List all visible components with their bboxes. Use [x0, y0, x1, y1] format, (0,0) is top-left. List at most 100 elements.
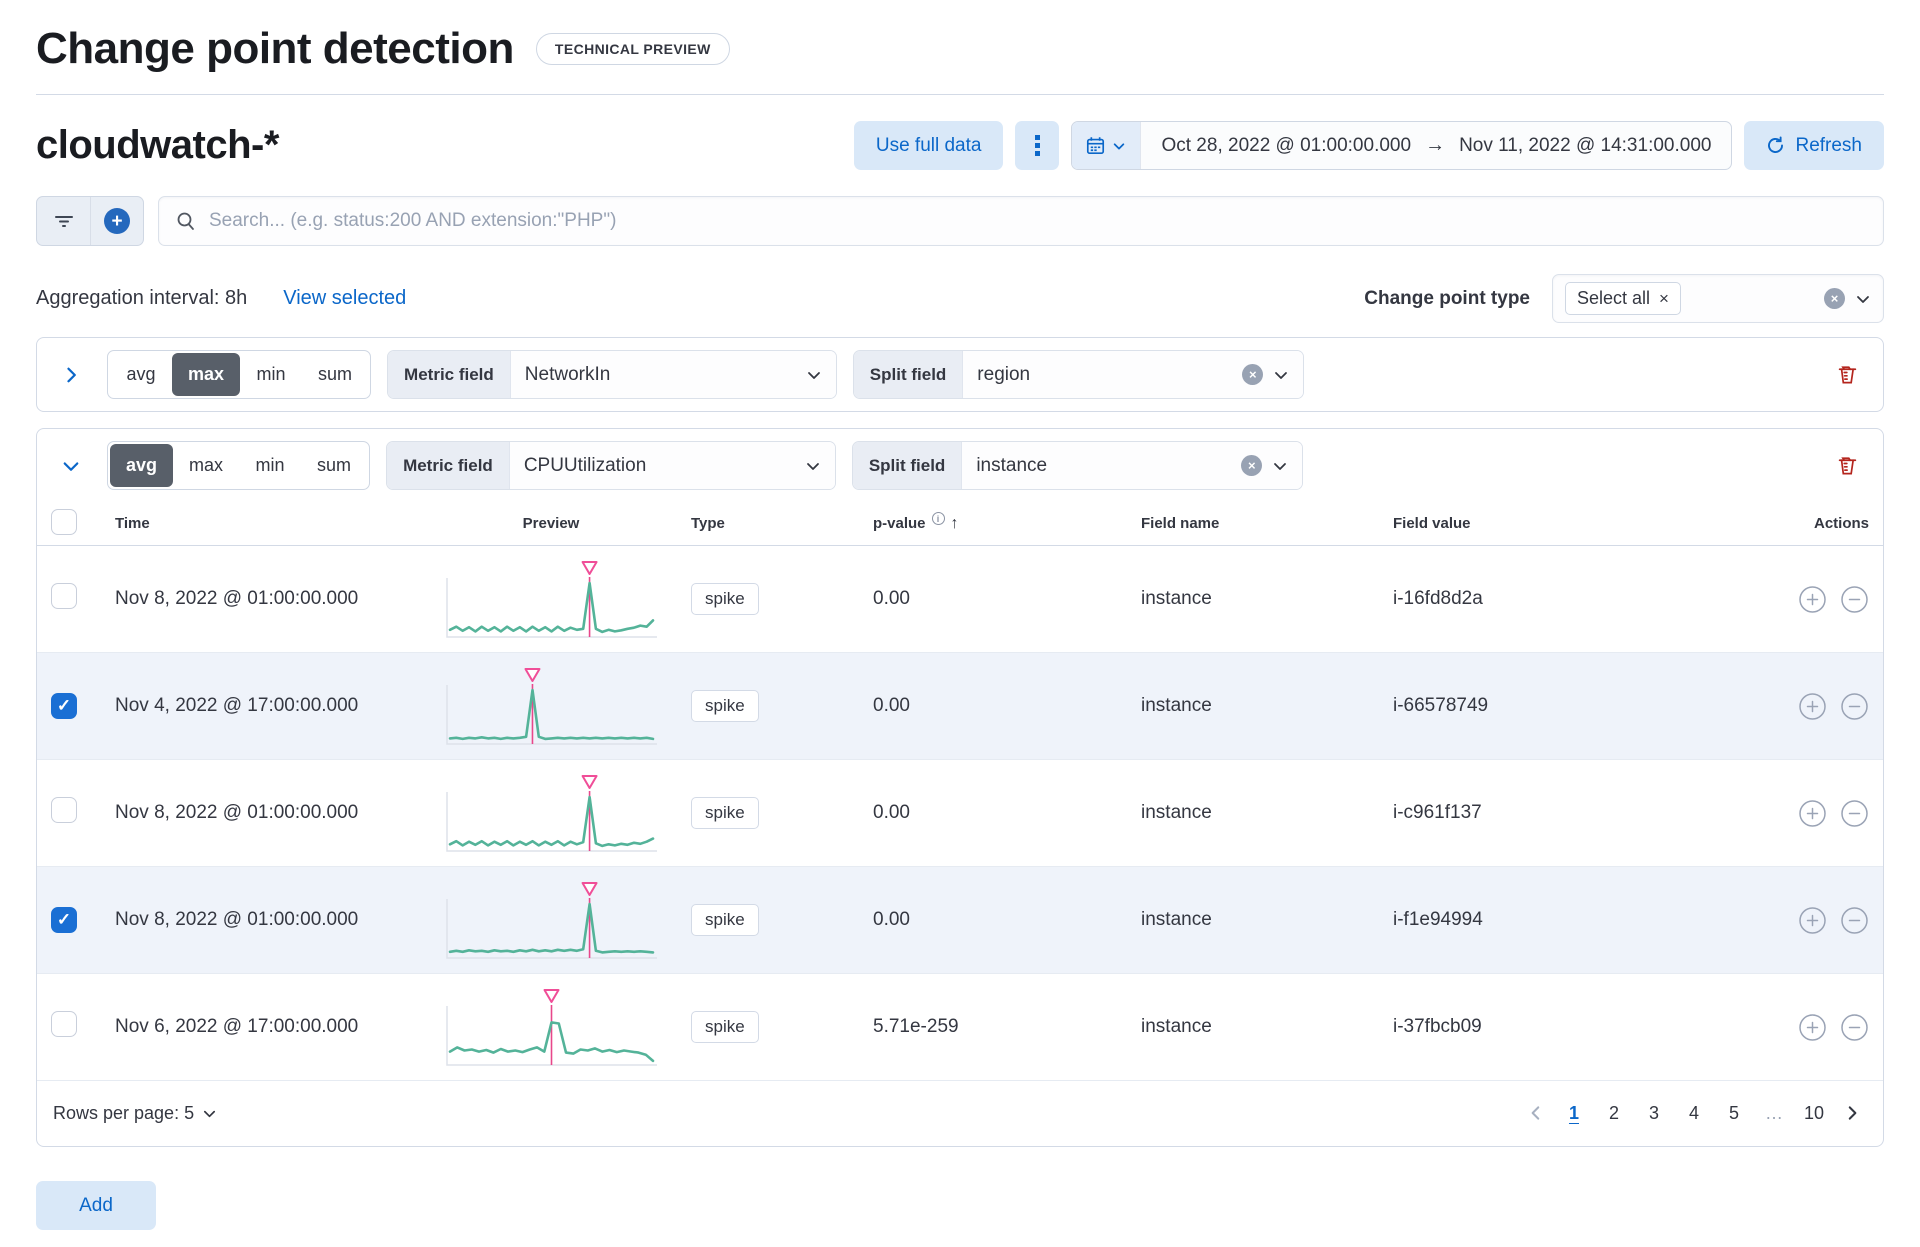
fn-avg-button[interactable]: avg: [110, 353, 172, 396]
quick-select-button[interactable]: [1072, 122, 1142, 169]
config-panel-cpuutilization: avg max min sum Metric field CPUUtilizat…: [36, 428, 1884, 1147]
filter-for-value-button[interactable]: [1798, 585, 1827, 614]
filter-options-button[interactable]: [37, 197, 90, 245]
date-range-picker[interactable]: Oct 28, 2022 @ 01:00:00.000 → Nov 11, 20…: [1071, 121, 1733, 170]
field-value-cell: i-37fbcb09: [1393, 1016, 1482, 1037]
apply-time-toggle-button[interactable]: [1015, 121, 1060, 170]
fn-sum-button[interactable]: sum: [301, 444, 367, 487]
sparkline-chart: [446, 882, 657, 959]
date-range-start[interactable]: Oct 28, 2022 @ 01:00:00.000: [1161, 135, 1411, 157]
row-checkbox[interactable]: [51, 583, 77, 609]
pvalue-cell: 0.00: [873, 802, 910, 823]
expand-button[interactable]: [51, 355, 91, 395]
plus-in-circle-icon: [1799, 585, 1826, 613]
page-number-button[interactable]: 1: [1557, 1096, 1591, 1130]
split-field-control: Split field instance ×: [851, 441, 1304, 490]
table-footer: Rows per page: 5 1 2 3 4 5 … 10: [37, 1081, 1883, 1146]
page-number-button[interactable]: 5: [1717, 1096, 1751, 1130]
plus-circle-icon: +: [104, 208, 130, 234]
row-checkbox[interactable]: [51, 797, 77, 823]
filter-for-value-button[interactable]: [1798, 692, 1827, 721]
type-cell: spike: [691, 904, 873, 936]
minus-in-circle-icon: [1841, 692, 1868, 720]
plus-in-circle-icon: [1799, 692, 1826, 720]
filter-out-value-button[interactable]: [1840, 692, 1869, 721]
clear-icon[interactable]: ×: [1242, 364, 1264, 385]
split-field-value: instance: [976, 454, 1048, 476]
sort-ascending-icon: ↑: [950, 514, 959, 532]
actions-cell: [1741, 1013, 1869, 1042]
type-badge: spike: [691, 690, 759, 722]
refresh-icon: [1768, 136, 1784, 153]
split-field-select[interactable]: instance ×: [962, 442, 1303, 489]
column-header-time[interactable]: Time: [115, 515, 411, 532]
remove-chip-icon[interactable]: ×: [1659, 290, 1669, 307]
fn-min-button[interactable]: min: [239, 444, 301, 487]
row-checkbox[interactable]: [51, 907, 77, 933]
boxes-vertical-icon: [1034, 135, 1040, 156]
time-cell: Nov 8, 2022 @ 01:00:00.000: [115, 588, 359, 609]
plus-in-circle-icon: [1799, 799, 1826, 827]
add-button[interactable]: Add: [36, 1181, 156, 1230]
function-button-group: avg max min sum: [107, 441, 371, 490]
filter-out-value-button[interactable]: [1840, 799, 1869, 828]
add-filter-button[interactable]: +: [90, 197, 143, 245]
select-all-checkbox[interactable]: [51, 508, 77, 535]
filter-for-value-button[interactable]: [1798, 1013, 1827, 1042]
split-field-select[interactable]: region ×: [963, 351, 1304, 398]
filter-out-value-button[interactable]: [1840, 585, 1869, 614]
delete-config-button[interactable]: [1825, 353, 1869, 397]
view-selected-link[interactable]: View selected: [283, 287, 406, 310]
preview-cell: [411, 664, 691, 748]
filter-for-value-button[interactable]: [1798, 906, 1827, 935]
chevron-down-icon: [1272, 458, 1288, 474]
use-full-data-button[interactable]: Use full data: [853, 121, 1004, 170]
metric-field-select[interactable]: CPUUtilization: [509, 442, 835, 489]
page-number-button[interactable]: 4: [1677, 1096, 1711, 1130]
clear-icon[interactable]: ×: [1241, 455, 1263, 476]
info-icon[interactable]: i: [931, 512, 945, 525]
refresh-button[interactable]: Refresh: [1744, 121, 1884, 170]
filter-out-value-button[interactable]: [1840, 1013, 1869, 1042]
fn-sum-button[interactable]: sum: [302, 353, 368, 396]
split-field-label: Split field: [852, 442, 963, 489]
table-row: Nov 4, 2022 @ 17:00:00.000 spike 0.00 in…: [37, 653, 1883, 760]
fn-avg-button[interactable]: avg: [110, 444, 174, 487]
change-point-type-select[interactable]: Select all × ×: [1552, 274, 1884, 323]
plus-in-circle-icon: [1799, 1013, 1826, 1041]
page-number-button[interactable]: 2: [1597, 1096, 1631, 1130]
rows-per-page-button[interactable]: Rows per page: 5: [53, 1103, 217, 1124]
filter-button-group: +: [36, 196, 144, 246]
type-cell: spike: [691, 690, 873, 722]
delete-config-button[interactable]: [1825, 444, 1869, 488]
selected-type-chip[interactable]: Select all ×: [1565, 282, 1681, 315]
fn-max-button[interactable]: max: [173, 444, 239, 487]
previous-page-button[interactable]: [1521, 1100, 1551, 1126]
search-input[interactable]: Search... (e.g. status:200 AND extension…: [158, 196, 1884, 246]
fn-min-button[interactable]: min: [240, 353, 302, 396]
row-checkbox[interactable]: [51, 693, 77, 719]
column-header-type: Type: [691, 515, 725, 532]
pvalue-label: p-value: [873, 515, 926, 532]
type-badge: spike: [691, 797, 759, 829]
column-header-pvalue[interactable]: p-value i ↑: [873, 512, 1141, 533]
fn-max-button[interactable]: max: [172, 353, 241, 396]
collapse-button[interactable]: [51, 446, 91, 486]
date-range-end[interactable]: Nov 11, 2022 @ 14:31:00.000: [1459, 135, 1711, 157]
index-header-row: cloudwatch-* Use full data Oct 28, 2022 …: [36, 121, 1884, 170]
page-number-button[interactable]: 3: [1637, 1096, 1671, 1130]
date-range-display[interactable]: Oct 28, 2022 @ 01:00:00.000 → Nov 11, 20…: [1141, 134, 1731, 157]
filter-out-value-button[interactable]: [1840, 906, 1869, 935]
field-name-cell: instance: [1141, 1016, 1212, 1037]
filter-icon: [54, 216, 73, 227]
filter-for-value-button[interactable]: [1798, 799, 1827, 828]
preview-cell: [411, 985, 691, 1069]
field-name-cell: instance: [1141, 588, 1212, 609]
chevron-down-icon[interactable]: [1855, 291, 1871, 307]
next-page-button[interactable]: [1837, 1100, 1867, 1126]
clear-selection-icon[interactable]: ×: [1824, 288, 1845, 309]
metric-field-select[interactable]: NetworkIn: [510, 351, 836, 398]
split-field-value: region: [977, 363, 1031, 385]
page-number-button[interactable]: 10: [1797, 1096, 1831, 1130]
row-checkbox[interactable]: [51, 1011, 77, 1037]
